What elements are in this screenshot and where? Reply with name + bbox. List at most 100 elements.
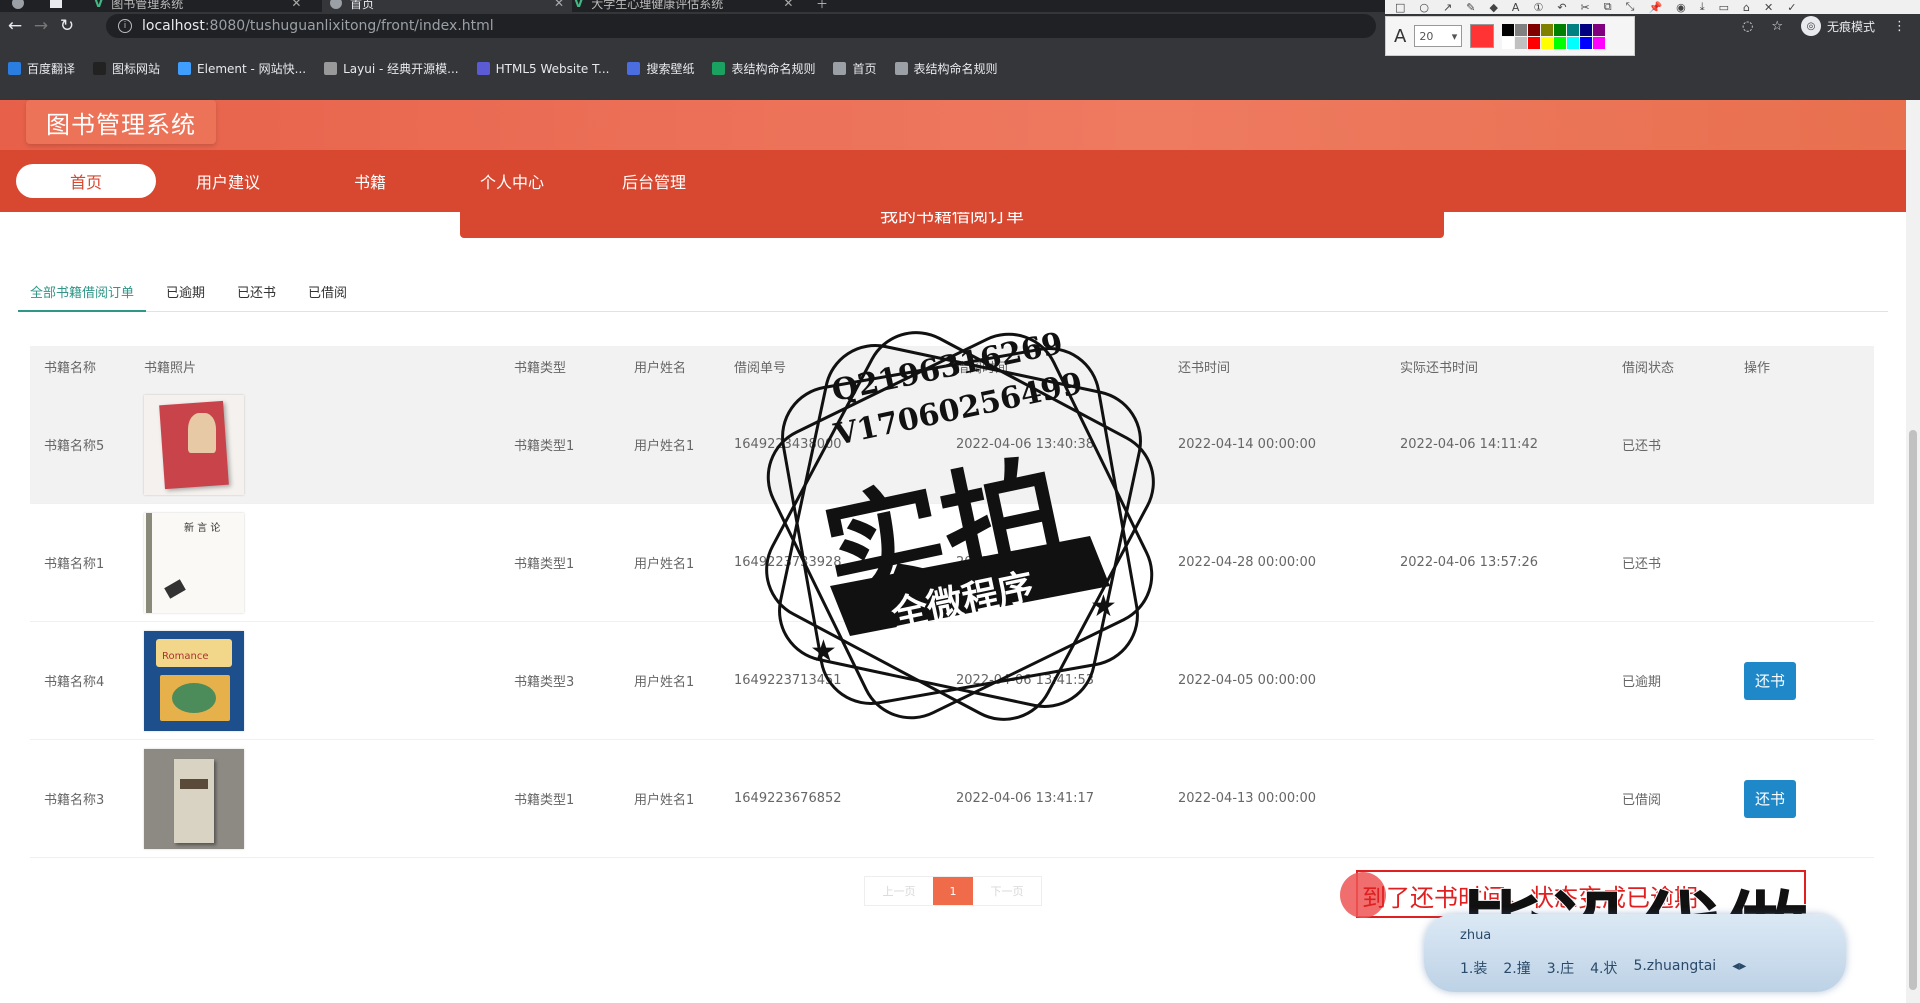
- bookmark-item[interactable]: Layui - 经典开源模...: [324, 60, 459, 77]
- nav-item-0[interactable]: 首页: [16, 164, 156, 198]
- browser-menu-icon[interactable]: [12, 0, 24, 12]
- reload-icon[interactable]: ↻: [56, 15, 78, 37]
- order-filter-tabs: 全部书籍借阅订单 已逾期 已还书 已借阅: [18, 276, 1888, 312]
- check-icon[interactable]: ✓: [1787, 1, 1796, 14]
- palette-swatch[interactable]: [1515, 36, 1528, 49]
- nav-item-4[interactable]: 后台管理: [584, 164, 724, 198]
- current-color-swatch[interactable]: [1470, 24, 1495, 48]
- palette-swatch[interactable]: [1528, 36, 1541, 49]
- arrow-tool-icon[interactable]: ↗: [1443, 1, 1452, 14]
- ime-candidate[interactable]: 4.状: [1590, 958, 1617, 978]
- prev-page-button[interactable]: 上一页: [865, 877, 933, 905]
- palette-swatch[interactable]: [1502, 23, 1515, 36]
- bookmark-item[interactable]: HTML5 Website T...: [476, 60, 609, 77]
- bookmark-item[interactable]: 首页: [833, 60, 877, 77]
- back-icon[interactable]: ←: [4, 15, 26, 37]
- site-logo[interactable]: 图书管理系统: [26, 100, 216, 144]
- filter-tab-2[interactable]: 已还书: [225, 276, 288, 312]
- forward-icon[interactable]: →: [30, 15, 52, 37]
- info-icon[interactable]: i: [118, 19, 132, 33]
- bookmark-label: 搜索壁纸: [646, 62, 695, 76]
- bookmark-icon[interactable]: ⌂: [1743, 1, 1750, 14]
- close-icon[interactable]: ✕: [1764, 1, 1773, 14]
- ime-candidate[interactable]: 5.zhuangtai: [1633, 958, 1716, 978]
- font-size-select[interactable]: 20 ▾: [1414, 25, 1463, 47]
- browser-tab-1[interactable]: 首页 ✕: [322, 0, 573, 12]
- close-tab-icon[interactable]: ✕: [554, 0, 564, 10]
- new-window-icon[interactable]: [50, 0, 62, 12]
- bookmark-item[interactable]: 图标网站: [93, 60, 160, 77]
- return-book-button[interactable]: 还书: [1744, 779, 1796, 818]
- bookmark-item[interactable]: 搜索壁纸: [627, 60, 694, 77]
- bookmark-favicon-icon: [833, 62, 847, 75]
- column-header: 借阅时间: [956, 360, 1009, 376]
- bookmark-favicon-icon: [178, 62, 192, 75]
- palette-swatch[interactable]: [1567, 23, 1580, 36]
- undo-icon[interactable]: ↶: [1557, 1, 1566, 14]
- table-cell: 书籍类型3: [514, 675, 575, 690]
- ime-candidate[interactable]: 2.撞: [1503, 958, 1530, 978]
- bookmark-label: 表结构命名规则: [913, 62, 998, 76]
- next-page-button[interactable]: 下一页: [973, 877, 1041, 905]
- pagination: 上一页 1 下一页: [864, 876, 1042, 906]
- palette-swatch[interactable]: [1528, 23, 1541, 36]
- palette-swatch[interactable]: [1593, 36, 1606, 49]
- scrollbar-thumb[interactable]: [1909, 430, 1917, 990]
- palette-swatch[interactable]: [1541, 23, 1554, 36]
- eye-off-icon[interactable]: ◌: [1742, 19, 1753, 34]
- more-icon[interactable]: ⋮: [1893, 19, 1906, 34]
- new-tab-button[interactable]: ＋: [816, 0, 828, 12]
- palette-swatch[interactable]: [1515, 23, 1528, 36]
- save-icon[interactable]: ▭: [1719, 1, 1729, 14]
- table-cell: 用户姓名1: [634, 675, 695, 690]
- resize-icon[interactable]: ⤡: [1626, 0, 1635, 14]
- nav-item-1[interactable]: 用户建议: [158, 164, 298, 198]
- nav-item-3[interactable]: 个人中心: [442, 164, 582, 198]
- filter-tab-0[interactable]: 全部书籍借阅订单: [18, 276, 147, 312]
- column-header: 借阅状态: [1622, 360, 1675, 376]
- page-number-button[interactable]: 1: [933, 877, 973, 905]
- star-icon[interactable]: ☆: [1771, 19, 1783, 34]
- ime-candidate[interactable]: 3.庄: [1547, 958, 1574, 978]
- filter-tab-1[interactable]: 已逾期: [154, 276, 217, 312]
- table-cell: 2022-04-06 13:57:26: [1400, 555, 1539, 570]
- page-scrollbar[interactable]: [1906, 100, 1920, 1003]
- ime-pinyin: zhua: [1460, 928, 1492, 943]
- bookmark-item[interactable]: Element - 网站快...: [178, 60, 306, 77]
- bookmark-item[interactable]: 百度翻译: [8, 60, 75, 77]
- record-icon[interactable]: ◉: [1676, 1, 1686, 14]
- bookmark-item[interactable]: 表结构命名规则: [894, 60, 998, 77]
- palette-swatch[interactable]: [1593, 23, 1606, 36]
- filter-tab-3[interactable]: 已借阅: [296, 276, 359, 312]
- address-bar[interactable]: i localhost:8080/tushuguanlixitong/front…: [106, 14, 1376, 38]
- number-tool-icon[interactable]: ①: [1533, 1, 1543, 14]
- rect-tool-icon[interactable]: □: [1395, 1, 1405, 14]
- text-tool-icon[interactable]: A: [1512, 1, 1520, 14]
- palette-swatch[interactable]: [1541, 36, 1554, 49]
- browser-tab-2[interactable]: V 大学生心理健康评估系统 ✕: [574, 0, 793, 12]
- incognito-indicator[interactable]: ◎ 无痕模式: [1800, 16, 1875, 36]
- palette-swatch[interactable]: [1554, 36, 1567, 49]
- close-tab-icon[interactable]: ✕: [783, 0, 793, 10]
- marker-tool-icon[interactable]: ◆: [1489, 1, 1497, 14]
- pen-tool-icon[interactable]: ✎: [1466, 1, 1475, 14]
- ime-page-arrows-icon[interactable]: ◂▸: [1732, 958, 1746, 978]
- palette-swatch[interactable]: [1502, 36, 1515, 49]
- scissors-icon[interactable]: ✂: [1581, 1, 1590, 14]
- nav-item-2[interactable]: 书籍: [300, 164, 440, 198]
- pin-icon[interactable]: 📌: [1648, 1, 1662, 14]
- palette-swatch[interactable]: [1580, 36, 1593, 49]
- palette-swatch[interactable]: [1554, 23, 1567, 36]
- palette-swatch[interactable]: [1567, 36, 1580, 49]
- browser-tab-0[interactable]: V 图书管理系统 ✕: [94, 0, 301, 12]
- download-icon[interactable]: ⤓: [1700, 0, 1705, 14]
- ellipse-tool-icon[interactable]: ○: [1419, 1, 1429, 14]
- bookmark-item[interactable]: 表结构命名规则: [712, 60, 815, 77]
- palette-swatch[interactable]: [1580, 23, 1593, 36]
- book-cover-image: [144, 748, 244, 849]
- table-cell: 2022-04-28 00:00:00: [1178, 555, 1317, 570]
- ime-candidate[interactable]: 1.装: [1460, 958, 1487, 978]
- return-book-button[interactable]: 还书: [1744, 661, 1796, 700]
- close-tab-icon[interactable]: ✕: [291, 0, 301, 10]
- copy-icon[interactable]: ⧉: [1604, 0, 1612, 14]
